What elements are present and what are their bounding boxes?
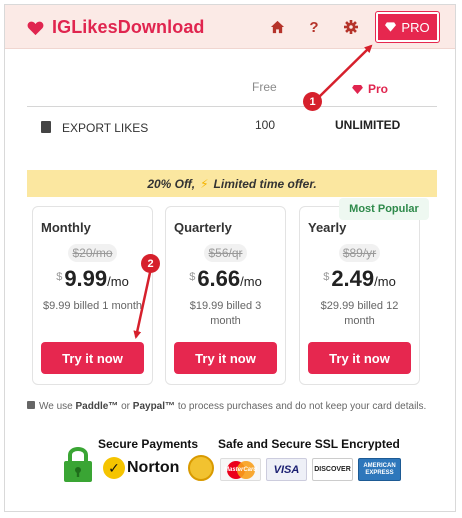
plan-name: Yearly [308, 220, 347, 235]
checkmark-icon: ✓ [103, 457, 125, 479]
old-price-value: $56/qr [204, 244, 247, 262]
home-icon[interactable] [268, 18, 286, 36]
plan-card-quarterly: Quarterly $56/qr $6.66/mo $19.99 billed … [165, 206, 286, 385]
billing-note: $9.99 billed 1 month [42, 300, 143, 312]
price-period: /mo [107, 274, 129, 289]
feature-pro-value: UNLIMITED [335, 118, 401, 132]
norton-logo: ✓ Norton [103, 455, 179, 481]
price: $2.49/mo [300, 266, 419, 292]
note-post: to process purchases and do not keep you… [177, 401, 427, 412]
diamond-icon [352, 84, 363, 94]
billing-note: $19.99 billed 3 month [189, 300, 262, 327]
old-price-value: $20/mo [68, 244, 117, 262]
annotation-step-1: 1 [303, 92, 322, 111]
plan-card-monthly: Monthly $20/mo $9.99/mo $9.99 billed 1 m… [32, 206, 153, 385]
feature-label: EXPORT LIKES [62, 121, 149, 135]
mastercard-logo: MasterCard [220, 458, 261, 481]
secure-payments-title: Secure Payments [98, 437, 199, 451]
column-header-free: Free [252, 80, 277, 94]
try-it-now-button-yearly[interactable]: Try it now [308, 342, 411, 374]
currency-symbol: $ [56, 271, 63, 283]
guarantee-seal-icon [188, 455, 214, 481]
old-price: $20/mo [33, 244, 152, 262]
paypal-label: Paypal™ [132, 401, 176, 412]
price: $9.99/mo [33, 266, 152, 292]
pro-button[interactable]: PRO [375, 11, 440, 43]
app-title: IGLikesDownload [52, 17, 205, 37]
old-price: $89/yr [300, 244, 419, 262]
padlock-icon [64, 447, 92, 482]
visa-logo: VISA [266, 458, 307, 481]
note-or: or [121, 401, 130, 412]
column-header-pro-label: Pro [368, 82, 389, 96]
promo-discount: 20% Off, [147, 176, 196, 191]
old-price-value: $89/yr [338, 244, 381, 262]
file-icon [41, 121, 51, 133]
price: $6.66/mo [166, 266, 285, 292]
mastercard-label: MasterCard [223, 466, 257, 473]
note-pre: We use [39, 401, 73, 412]
discover-logo: DISCOVER [312, 458, 353, 481]
currency-symbol: $ [323, 271, 330, 283]
price-period: /mo [240, 274, 262, 289]
most-popular-badge: Most Popular [339, 198, 429, 220]
try-it-now-button-quarterly[interactable]: Try it now [174, 342, 277, 374]
annotation-step-2: 2 [141, 254, 160, 273]
heart-icon [27, 21, 44, 35]
app-logo: IGLikesDownload [27, 17, 205, 38]
price-amount: 6.66 [197, 266, 241, 291]
promo-text: Limited time offer. [213, 176, 317, 191]
price-amount: 9.99 [64, 266, 108, 291]
bolt-icon: ⚡ [200, 176, 209, 191]
ssl-title: Safe and Secure SSL Encrypted [218, 437, 400, 451]
promo-banner: 20% Off, ⚡ Limited time offer. [27, 170, 437, 197]
norton-label: Norton [127, 459, 180, 476]
feature-free-value: 100 [255, 118, 276, 132]
paddle-label: Paddle™ [75, 401, 119, 412]
currency-symbol: $ [189, 271, 196, 283]
billing-note: $29.99 billed 12 month [320, 300, 399, 327]
table-divider [27, 106, 437, 107]
column-header-pro: Pro [352, 82, 388, 96]
try-it-now-button-monthly[interactable]: Try it now [41, 342, 144, 374]
diamond-icon [385, 22, 397, 32]
plan-name: Quarterly [174, 220, 232, 235]
header-bar: IGLikesDownload ? PRO [5, 5, 455, 49]
plan-name: Monthly [41, 220, 91, 235]
amex-logo: AMERICAN EXPRESS [358, 458, 401, 481]
price-period: /mo [374, 274, 396, 289]
gear-icon[interactable] [342, 18, 360, 36]
plan-card-yearly: Yearly $89/yr $2.49/mo $29.99 billed 12 … [299, 206, 420, 385]
extension-popup: IGLikesDownload ? PRO Free Pro EXPORT LI… [4, 4, 456, 512]
help-icon[interactable]: ? [305, 18, 323, 36]
pro-button-label: PRO [401, 19, 430, 35]
price-amount: 2.49 [331, 266, 375, 291]
payment-note: We use Paddle™ or Paypal™ to process pur… [27, 400, 437, 414]
old-price: $56/qr [166, 244, 285, 262]
lock-icon [27, 401, 35, 409]
